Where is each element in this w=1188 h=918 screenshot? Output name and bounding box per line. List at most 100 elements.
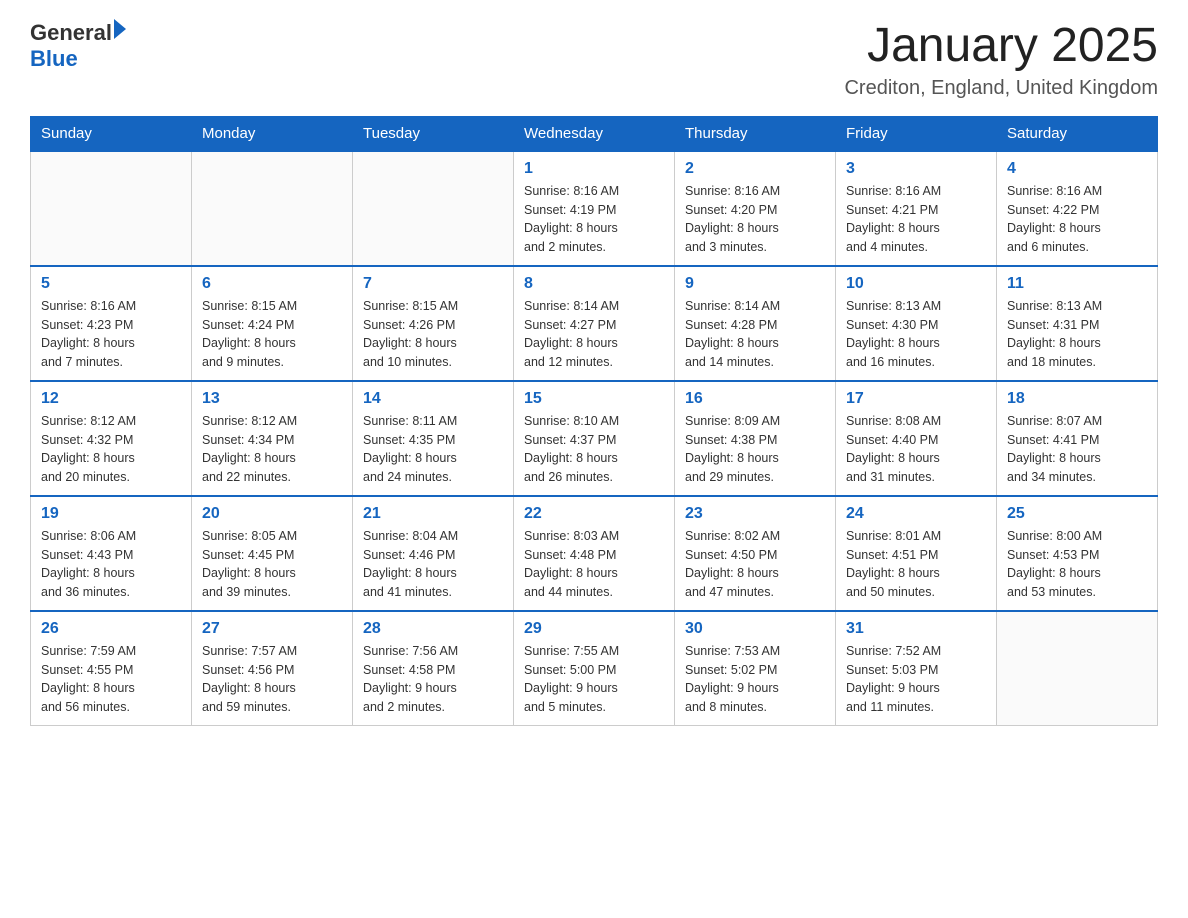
logo: General Blue <box>30 20 126 72</box>
calendar-cell: 23Sunrise: 8:02 AMSunset: 4:50 PMDayligh… <box>675 496 836 611</box>
day-info: Sunrise: 8:16 AMSunset: 4:19 PMDaylight:… <box>524 182 664 257</box>
calendar-cell: 30Sunrise: 7:53 AMSunset: 5:02 PMDayligh… <box>675 611 836 726</box>
day-number: 24 <box>846 505 986 523</box>
day-number: 16 <box>685 390 825 408</box>
day-info: Sunrise: 8:16 AMSunset: 4:23 PMDaylight:… <box>41 297 181 372</box>
calendar-cell: 27 Sunrise: 7:57 AMSunset: 4:56 PMDayligh… <box>192 611 353 726</box>
calendar-cell: 20 Sunrise: 8:05 AMSunset: 4:45 PMDayligh… <box>192 496 353 611</box>
calendar-cell: 18 Sunrise: 8:07 AMSunset: 4:41 PMDayligh… <box>997 381 1158 496</box>
day-info: Sunrise: 8:15 AMSunset: 4:26 PMDaylight:… <box>363 297 503 372</box>
day-info: Sunrise: 8:12 AMSunset: 4:32 PMDaylight:… <box>41 412 181 487</box>
calendar-cell: 16Sunrise: 8:09 AMSunset: 4:38 PMDayligh… <box>675 381 836 496</box>
day-info: Sunrise: 8:06 AMSunset: 4:43 PMDaylight:… <box>41 527 181 602</box>
day-number: 13 <box>202 390 342 408</box>
calendar-cell: 7 Sunrise: 8:15 AMSunset: 4:26 PMDaylight… <box>353 266 514 381</box>
calendar-cell: 11 Sunrise: 8:13 AMSunset: 4:31 PMDayligh… <box>997 266 1158 381</box>
calendar-cell: 3 Sunrise: 8:16 AMSunset: 4:21 PMDaylight… <box>836 151 997 266</box>
logo-arrow-icon <box>114 19 126 39</box>
week-row-5: 26 Sunrise: 7:59 AMSunset: 4:55 PMDayligh… <box>31 611 1158 726</box>
day-info: Sunrise: 8:04 AMSunset: 4:46 PMDaylight:… <box>363 527 503 602</box>
day-number: 2 <box>685 160 825 178</box>
day-number: 12 <box>41 390 181 408</box>
day-number: 21 <box>363 505 503 523</box>
calendar-cell: 26 Sunrise: 7:59 AMSunset: 4:55 PMDayligh… <box>31 611 192 726</box>
week-row-1: 1 Sunrise: 8:16 AMSunset: 4:19 PMDaylight… <box>31 151 1158 266</box>
day-number: 17 <box>846 390 986 408</box>
calendar-cell <box>31 151 192 266</box>
day-number: 4 <box>1007 160 1147 178</box>
calendar-table: SundayMondayTuesdayWednesdayThursdayFrid… <box>30 116 1158 726</box>
calendar-cell: 25 Sunrise: 8:00 AMSunset: 4:53 PMDayligh… <box>997 496 1158 611</box>
calendar-cell: 24 Sunrise: 8:01 AMSunset: 4:51 PMDayligh… <box>836 496 997 611</box>
calendar-cell <box>192 151 353 266</box>
day-info: Sunrise: 8:00 AMSunset: 4:53 PMDaylight:… <box>1007 527 1147 602</box>
day-info: Sunrise: 7:57 AMSunset: 4:56 PMDaylight:… <box>202 642 342 717</box>
calendar-cell: 4 Sunrise: 8:16 AMSunset: 4:22 PMDaylight… <box>997 151 1158 266</box>
day-info: Sunrise: 8:14 AMSunset: 4:27 PMDaylight:… <box>524 297 664 372</box>
day-info: Sunrise: 7:52 AMSunset: 5:03 PMDaylight:… <box>846 642 986 717</box>
day-info: Sunrise: 8:01 AMSunset: 4:51 PMDaylight:… <box>846 527 986 602</box>
day-info: Sunrise: 8:11 AMSunset: 4:35 PMDaylight:… <box>363 412 503 487</box>
day-info: Sunrise: 7:55 AMSunset: 5:00 PMDaylight:… <box>524 642 664 717</box>
week-row-2: 5 Sunrise: 8:16 AMSunset: 4:23 PMDaylight… <box>31 266 1158 381</box>
calendar-header-friday: Friday <box>836 116 997 151</box>
day-number: 19 <box>41 505 181 523</box>
day-number: 5 <box>41 275 181 293</box>
calendar-cell: 5 Sunrise: 8:16 AMSunset: 4:23 PMDaylight… <box>31 266 192 381</box>
week-row-4: 19 Sunrise: 8:06 AMSunset: 4:43 PMDayligh… <box>31 496 1158 611</box>
day-number: 7 <box>363 275 503 293</box>
day-info: Sunrise: 7:59 AMSunset: 4:55 PMDaylight:… <box>41 642 181 717</box>
day-info: Sunrise: 8:03 AMSunset: 4:48 PMDaylight:… <box>524 527 664 602</box>
calendar-cell: 10 Sunrise: 8:13 AMSunset: 4:30 PMDayligh… <box>836 266 997 381</box>
day-info: Sunrise: 8:08 AMSunset: 4:40 PMDaylight:… <box>846 412 986 487</box>
day-number: 18 <box>1007 390 1147 408</box>
calendar-cell: 14 Sunrise: 8:11 AMSunset: 4:35 PMDayligh… <box>353 381 514 496</box>
calendar-cell: 8 Sunrise: 8:14 AMSunset: 4:27 PMDaylight… <box>514 266 675 381</box>
title-section: January 2025 Crediton, England, United K… <box>844 20 1158 100</box>
day-info: Sunrise: 8:16 AMSunset: 4:21 PMDaylight:… <box>846 182 986 257</box>
day-number: 31 <box>846 620 986 638</box>
calendar-cell <box>353 151 514 266</box>
day-number: 14 <box>363 390 503 408</box>
day-number: 25 <box>1007 505 1147 523</box>
calendar-cell <box>997 611 1158 726</box>
day-number: 11 <box>1007 275 1147 293</box>
day-number: 8 <box>524 275 664 293</box>
calendar-cell: 19 Sunrise: 8:06 AMSunset: 4:43 PMDayligh… <box>31 496 192 611</box>
calendar-cell: 1 Sunrise: 8:16 AMSunset: 4:19 PMDaylight… <box>514 151 675 266</box>
logo-blue-text: Blue <box>30 46 126 72</box>
day-number: 6 <box>202 275 342 293</box>
day-number: 10 <box>846 275 986 293</box>
day-info: Sunrise: 8:07 AMSunset: 4:41 PMDaylight:… <box>1007 412 1147 487</box>
day-number: 22 <box>524 505 664 523</box>
day-number: 27 <box>202 620 342 638</box>
month-title: January 2025 <box>844 20 1158 73</box>
calendar-cell: 22 Sunrise: 8:03 AMSunset: 4:48 PMDayligh… <box>514 496 675 611</box>
day-number: 1 <box>524 160 664 178</box>
day-number: 26 <box>41 620 181 638</box>
day-info: Sunrise: 8:16 AMSunset: 4:22 PMDaylight:… <box>1007 182 1147 257</box>
day-info: Sunrise: 8:13 AMSunset: 4:30 PMDaylight:… <box>846 297 986 372</box>
day-info: Sunrise: 8:12 AMSunset: 4:34 PMDaylight:… <box>202 412 342 487</box>
day-number: 9 <box>685 275 825 293</box>
calendar-cell: 13 Sunrise: 8:12 AMSunset: 4:34 PMDayligh… <box>192 381 353 496</box>
day-info: Sunrise: 7:56 AMSunset: 4:58 PMDaylight:… <box>363 642 503 717</box>
day-number: 3 <box>846 160 986 178</box>
calendar-cell: 31 Sunrise: 7:52 AMSunset: 5:03 PMDayligh… <box>836 611 997 726</box>
calendar-cell: 12 Sunrise: 8:12 AMSunset: 4:32 PMDayligh… <box>31 381 192 496</box>
calendar-cell: 2Sunrise: 8:16 AMSunset: 4:20 PMDaylight… <box>675 151 836 266</box>
calendar-header-thursday: Thursday <box>675 116 836 151</box>
logo-general-text: General <box>30 20 112 46</box>
day-info: Sunrise: 8:02 AMSunset: 4:50 PMDaylight:… <box>685 527 825 602</box>
calendar-header-saturday: Saturday <box>997 116 1158 151</box>
day-number: 20 <box>202 505 342 523</box>
calendar-header-tuesday: Tuesday <box>353 116 514 151</box>
calendar-header-sunday: Sunday <box>31 116 192 151</box>
calendar-cell: 9Sunrise: 8:14 AMSunset: 4:28 PMDaylight… <box>675 266 836 381</box>
day-info: Sunrise: 8:13 AMSunset: 4:31 PMDaylight:… <box>1007 297 1147 372</box>
day-info: Sunrise: 8:05 AMSunset: 4:45 PMDaylight:… <box>202 527 342 602</box>
calendar-cell: 28Sunrise: 7:56 AMSunset: 4:58 PMDayligh… <box>353 611 514 726</box>
day-info: Sunrise: 8:10 AMSunset: 4:37 PMDaylight:… <box>524 412 664 487</box>
day-info: Sunrise: 8:15 AMSunset: 4:24 PMDaylight:… <box>202 297 342 372</box>
day-number: 29 <box>524 620 664 638</box>
